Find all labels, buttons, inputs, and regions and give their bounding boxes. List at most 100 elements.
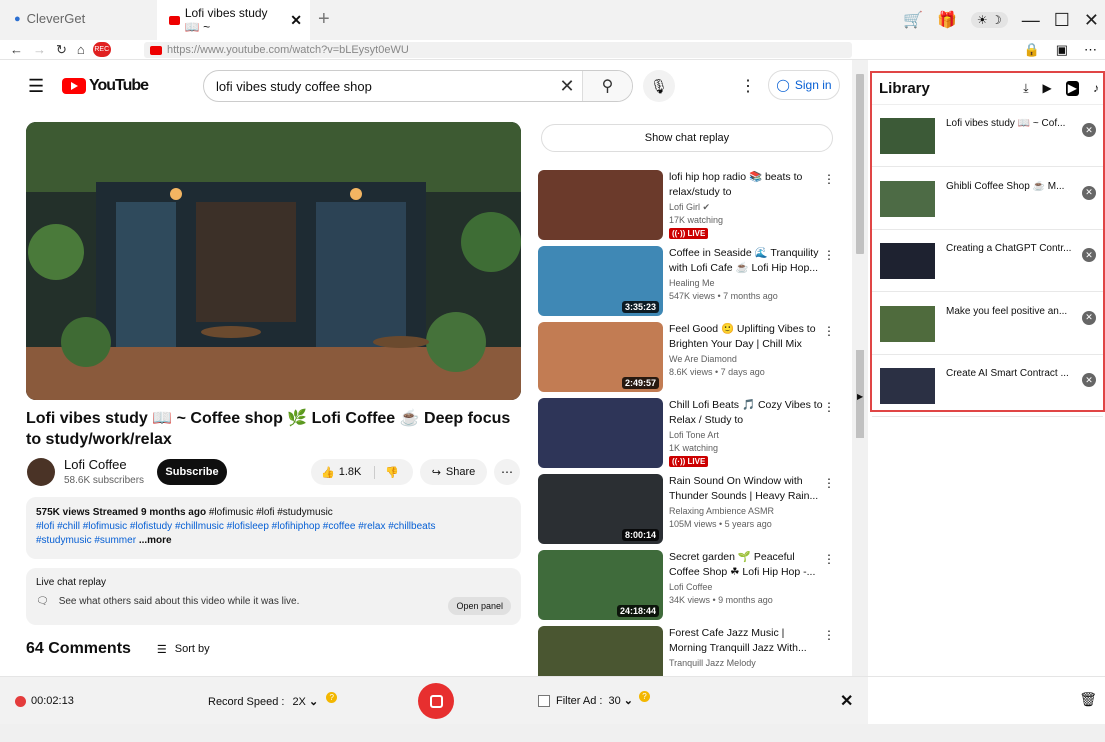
new-tab-icon[interactable]: + [318, 8, 330, 31]
collapse-panel-icon[interactable]: ▶ [857, 392, 863, 401]
lock-icon[interactable]: 🔒 [1024, 42, 1040, 58]
home-icon[interactable]: ⌂ [77, 42, 85, 57]
download-icon[interactable]: ⤓ [1023, 81, 1028, 96]
library-item[interactable]: Create AI Smart Contract ... ✕ [872, 355, 1103, 417]
recommendation-thumbnail[interactable] [538, 398, 663, 468]
show-more-link[interactable]: ...more [139, 535, 172, 546]
recommendation-item[interactable]: 24:18:44 Secret garden 🌱 Peaceful Coffee … [538, 550, 838, 622]
recommendation-title[interactable]: Secret garden 🌱 Peaceful Coffee Shop ☘ L… [669, 550, 824, 580]
recommendation-title[interactable]: Chill Lofi Beats 🎵 Cozy Vibes to Relax /… [669, 398, 824, 428]
show-chat-replay-button[interactable]: Show chat replay [541, 124, 833, 152]
reload-icon[interactable]: ↻ [56, 42, 67, 58]
open-panel-button[interactable]: Open panel [448, 597, 511, 615]
settings-kebab-icon[interactable]: ⋮ [740, 76, 756, 96]
record-video-icon[interactable]: ▶ [1065, 81, 1079, 96]
library-item[interactable]: Make you feel positive an... ✕ [872, 293, 1103, 355]
channel-name[interactable]: Lofi Coffee [64, 457, 127, 472]
recommendation-title[interactable]: Coffee in Seaside 🌊 Tranquility with Lof… [669, 246, 824, 276]
record-speed-select[interactable]: 2X ⌄ [292, 695, 318, 708]
recommendation-channel[interactable]: Healing Me [669, 278, 715, 288]
delete-item-icon[interactable]: ✕ [1082, 310, 1096, 325]
library-thumbnail[interactable] [880, 243, 935, 279]
url-field[interactable]: https://www.youtube.com/watch?v=bLEysyt0… [144, 42, 852, 58]
recommendation-title[interactable]: Feel Good 🙂 Uplifting Vibes to Brighten … [669, 322, 824, 352]
recommendation-item[interactable]: 3:35:23 Coffee in Seaside 🌊 Tranquility w… [538, 246, 838, 318]
page-scrollbar[interactable] [852, 60, 868, 676]
search-icon[interactable]: ⚲ [582, 71, 632, 101]
recommendation-channel[interactable]: Lofi Tone Art [669, 430, 719, 440]
download-ext-icon[interactable]: ▣ [1056, 42, 1068, 58]
recommendation-menu-icon[interactable]: ⋮ [823, 172, 835, 186]
recommendation-thumbnail[interactable]: 24:18:44 [538, 550, 663, 620]
recommendation-item[interactable]: 8:00:14 Rain Sound On Window with Thunder… [538, 474, 838, 546]
recommendation-channel[interactable]: Lofi Coffee [669, 582, 712, 592]
recommendation-item[interactable]: lofi hip hop radio 📚 beats to relax/stud… [538, 170, 838, 242]
recommendation-thumbnail[interactable]: 8:00:14 [538, 474, 663, 544]
recommendation-menu-icon[interactable]: ⋮ [823, 248, 835, 262]
desc-tags-line[interactable]: #studymusic #summer [36, 535, 136, 546]
like-button[interactable]: 👍 1.8K [311, 465, 375, 479]
recommendation-channel[interactable]: Relaxing Ambience ASMR [669, 506, 774, 516]
recommendation-item[interactable]: Forest Cafe Jazz Music | Morning Tranqui… [538, 626, 838, 676]
dislike-button[interactable]: 👎 [375, 466, 399, 479]
delete-item-icon[interactable]: ✕ [1082, 185, 1096, 200]
help-icon[interactable]: ? [639, 691, 650, 702]
recommendation-menu-icon[interactable]: ⋮ [823, 552, 835, 566]
delete-item-icon[interactable]: ✕ [1082, 123, 1096, 137]
recommendation-menu-icon[interactable]: ⋮ [823, 476, 835, 490]
help-icon[interactable]: ? [326, 692, 338, 703]
gift-icon[interactable]: 🎁 [937, 10, 957, 30]
trash-icon[interactable]: 🗑 [1079, 691, 1097, 708]
tab-cleverget[interactable]: ● CleverGet [14, 11, 85, 26]
microphone-icon[interactable]: 🎙 [643, 70, 675, 102]
theme-toggle-icon[interactable]: ☀ ☽ [970, 12, 1008, 28]
audio-icon[interactable]: ♪ [1093, 81, 1099, 96]
recommendation-channel[interactable]: We Are Diamond [669, 354, 737, 364]
library-item[interactable]: Ghibli Coffee Shop ☕ M... ✕ [872, 168, 1103, 230]
recommendation-menu-icon[interactable]: ⋮ [823, 324, 835, 338]
close-window-icon[interactable]: ✕ [1084, 10, 1099, 31]
library-item[interactable]: Creating a ChatGPT Contr... ✕ [872, 230, 1103, 292]
forward-icon[interactable]: → [33, 42, 46, 57]
cart-icon[interactable]: 🛒 [903, 10, 923, 30]
recommendation-thumbnail[interactable]: 2:49:57 [538, 322, 663, 392]
recommendation-item[interactable]: 2:49:57 Feel Good 🙂 Uplifting Vibes to Br… [538, 322, 838, 394]
minimize-icon[interactable]: — [1022, 10, 1040, 31]
library-thumbnail[interactable] [880, 180, 935, 217]
video-player[interactable] [26, 122, 521, 400]
library-thumbnail[interactable] [880, 305, 935, 342]
scroll-thumb[interactable] [856, 74, 864, 254]
tab-youtube-active[interactable]: Lofi vibes study 📖 ~ ✕ [157, 0, 310, 40]
recommendation-channel[interactable]: Tranquill Jazz Melody [669, 658, 756, 668]
maximize-icon[interactable]: ☐ [1054, 10, 1070, 31]
sign-in-button[interactable]: ◯ Sign in [768, 70, 840, 100]
more-menu-icon[interactable]: ⋯ [1084, 42, 1097, 58]
desc-tags-line[interactable]: #lofi #chill #lofimusic #lofistudy #chil… [36, 520, 511, 534]
recommendation-thumbnail[interactable]: 3:35:23 [538, 246, 663, 316]
more-actions-icon[interactable]: ⋯ [494, 459, 520, 485]
sort-by-button[interactable]: ☰ Sort by [157, 643, 210, 656]
filter-ad-select[interactable]: 30 ⌄ [608, 694, 633, 707]
recommendation-title[interactable]: Rain Sound On Window with Thunder Sounds… [669, 474, 824, 504]
search-input[interactable]: lofi vibes study coffee shop [204, 79, 552, 94]
stop-record-button[interactable] [418, 683, 454, 719]
menu-icon[interactable]: ☰ [28, 76, 44, 97]
close-recorder-icon[interactable]: ✕ [840, 691, 853, 711]
subscribe-button[interactable]: Subscribe [157, 459, 227, 485]
delete-item-icon[interactable]: ✕ [1082, 373, 1096, 387]
recommendation-thumbnail[interactable] [538, 170, 663, 240]
recommendation-title[interactable]: lofi hip hop radio 📚 beats to relax/stud… [669, 170, 824, 200]
recommendation-item[interactable]: Chill Lofi Beats 🎵 Cozy Vibes to Relax /… [538, 398, 838, 470]
channel-avatar[interactable] [27, 458, 55, 486]
clear-search-icon[interactable]: ✕ [552, 76, 582, 97]
library-item[interactable]: Lofi vibes study 📖 ~ Cof... ✕ [872, 105, 1103, 167]
back-icon[interactable]: ← [10, 42, 23, 57]
close-tab-icon[interactable]: ✕ [290, 12, 302, 29]
recommendation-title[interactable]: Forest Cafe Jazz Music | Morning Tranqui… [669, 626, 824, 656]
library-thumbnail[interactable] [880, 118, 935, 154]
recommendation-menu-icon[interactable]: ⋮ [823, 400, 835, 414]
recommendation-thumbnail[interactable] [538, 626, 663, 676]
description-box[interactable]: 575K views Streamed 9 months ago #lofimu… [26, 497, 521, 559]
rec-badge[interactable]: REC [92, 42, 111, 57]
delete-item-icon[interactable]: ✕ [1082, 248, 1096, 262]
